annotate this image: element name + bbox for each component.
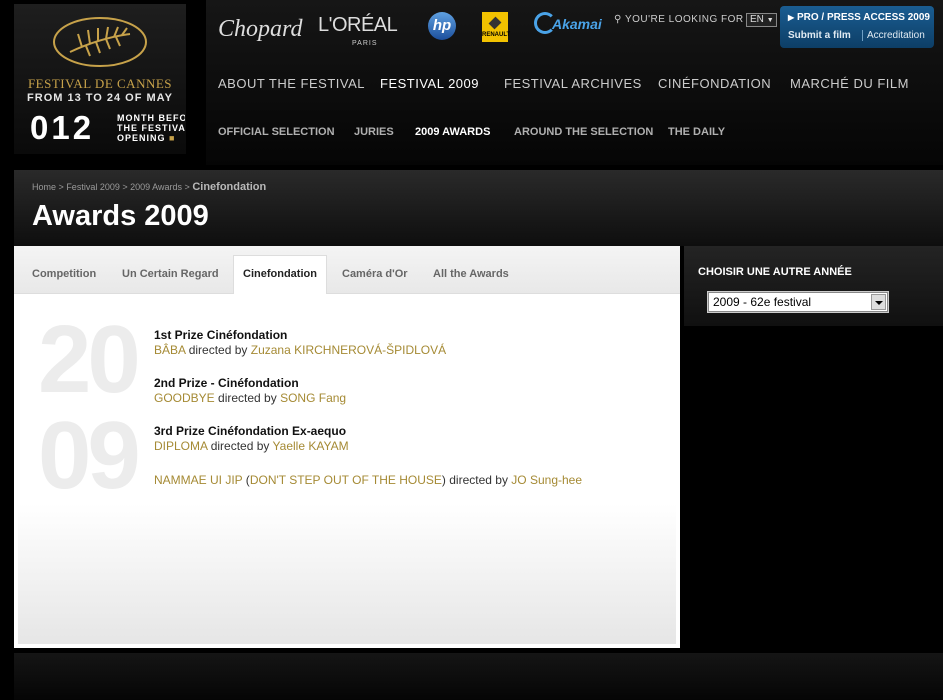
year-select-value: 2009 - 62e festival [713, 295, 812, 309]
award-title: 3rd Prize Cinéfondation Ex-aequo [154, 424, 347, 438]
director-link[interactable]: Yaelle KAYAM [273, 439, 349, 453]
breadcrumb: Home > Festival 2009 > 2009 Awards > Cin… [32, 181, 266, 193]
director-link[interactable]: JO Sung-hee [511, 473, 582, 487]
director-link[interactable]: SONG Fang [280, 391, 346, 405]
breadcrumb-separator: > [184, 182, 190, 192]
awards-content: Competition Un Certain Regard Cinefondat… [14, 246, 680, 648]
award-title: 2nd Prize - Cinéfondation [154, 376, 299, 390]
tab-cinefondation[interactable]: Cinefondation [233, 255, 327, 295]
nav-item-cinefondation[interactable]: CINÉFONDATION [658, 76, 771, 91]
sponsor-renault-logo[interactable]: RENAULT [482, 12, 510, 42]
page-title: Awards 2009 [32, 200, 209, 232]
tab-all-awards[interactable]: All the Awards [433, 268, 509, 280]
award-entry: 3rd Prize Cinéfondation Ex-aequo DIPLOMA… [154, 424, 349, 453]
subnav-item-awards[interactable]: 2009 AWARDS [415, 126, 490, 138]
breadcrumb-separator: > [122, 182, 128, 192]
sponsor-hp-logo[interactable]: hp [428, 12, 456, 40]
breadcrumb-separator: > [58, 182, 64, 192]
award-line: BÂBA directed by Zuzana KIRCHNEROVÁ-ŠPID… [154, 343, 446, 357]
festival-dates: FROM 13 TO 24 OF MAY [27, 92, 173, 104]
film-alt-title-link[interactable]: DON'T STEP OUT OF THE HOUSE [250, 473, 442, 487]
sponsor-loreal-logo[interactable]: L'ORÉAL [318, 14, 398, 37]
sponsor-loreal-sub: PARIS [352, 40, 378, 47]
year-watermark-top: 20 [38, 306, 141, 413]
award-line: NAMMAE UI JIP (DON'T STEP OUT OF THE HOU… [154, 473, 582, 487]
countdown-line: THE FESTIVAL [117, 123, 185, 133]
directed-by-text: directed by [188, 343, 248, 357]
sponsor-akamai-logo[interactable]: Akamai [534, 12, 602, 34]
language-select[interactable]: EN ▼ [746, 13, 777, 27]
year-chooser-sidebar: CHOISIR UNE AUTRE ANNÉE 2009 - 62e festi… [684, 246, 943, 326]
countdown-number: 012 [30, 109, 95, 146]
director-link[interactable]: Zuzana KIRCHNEROVÁ-ŠPIDLOVÁ [251, 343, 446, 357]
breadcrumb-home[interactable]: Home [32, 182, 56, 192]
pro-press-access-label: PRO / PRESS ACCESS 2009 [796, 12, 930, 23]
accreditation-link[interactable]: Accreditation [862, 30, 925, 41]
film-link[interactable]: BÂBA [154, 343, 185, 357]
award-entry: NAMMAE UI JIP (DON'T STEP OUT OF THE HOU… [154, 472, 582, 487]
directed-by-text: directed by [210, 439, 270, 453]
tab-competition[interactable]: Competition [32, 268, 96, 280]
search-hint-label: YOU'RE LOOKING FOR [624, 14, 744, 25]
festival-logo[interactable]: FESTIVAL DE CANNES FROM 13 TO 24 OF MAY … [14, 4, 186, 154]
film-link[interactable]: NAMMAE UI JIP [154, 473, 242, 487]
award-entry: 2nd Prize - Cinéfondation GOODBYE direct… [154, 376, 346, 405]
sponsor-logos: Chopard L'ORÉAL PARIS hp RENAULT Akamai [206, 8, 606, 48]
breadcrumb-2009-awards[interactable]: 2009 Awards [130, 182, 182, 192]
arrow-right-icon: ▶ [788, 13, 795, 22]
sub-nav: OFFICIAL SELECTION JURIES 2009 AWARDS AR… [218, 126, 938, 142]
directed-by-text: directed by [445, 473, 512, 487]
page-title-band: Home > Festival 2009 > 2009 Awards > Cin… [14, 170, 943, 246]
nav-item-archives[interactable]: FESTIVAL ARCHIVES [504, 76, 642, 91]
sponsor-chopard-logo[interactable]: Chopard [218, 16, 302, 43]
awards-panel: 20 09 1st Prize Cinéfondation BÂBA direc… [18, 294, 676, 644]
site-header: Chopard L'ORÉAL PARIS hp RENAULT Akamai … [206, 0, 943, 165]
festival-name: FESTIVAL DE CANNES [27, 76, 173, 91]
countdown-line: OPENING ■ [117, 133, 176, 143]
subnav-item-official-selection[interactable]: OFFICIAL SELECTION [218, 126, 335, 138]
nav-item-about[interactable]: ABOUT THE FESTIVAL [218, 76, 365, 91]
countdown-line: MONTH BEFORE [117, 113, 185, 123]
palme-dor-icon [53, 17, 147, 67]
film-link[interactable]: GOODBYE [154, 391, 215, 405]
paren-open: ( [242, 473, 250, 487]
film-link[interactable]: DIPLOMA [154, 439, 207, 453]
year-select[interactable]: 2009 - 62e festival [707, 291, 889, 313]
breadcrumb-festival-2009[interactable]: Festival 2009 [66, 182, 120, 192]
award-title: 1st Prize Cinéfondation [154, 328, 288, 342]
subnav-item-around[interactable]: AROUND THE SELECTION [514, 126, 653, 138]
subnav-item-juries[interactable]: JURIES [354, 126, 394, 138]
breadcrumb-current: Cinefondation [192, 181, 267, 193]
chevron-down-icon[interactable] [871, 294, 886, 310]
main-nav: ABOUT THE FESTIVAL FESTIVAL 2009 FESTIVA… [218, 76, 938, 96]
search-icon: ⚲ [614, 14, 622, 25]
pro-press-access-link[interactable]: ▶ PRO / PRESS ACCESS 2009 [788, 12, 930, 23]
award-entry: 1st Prize Cinéfondation BÂBA directed by… [154, 328, 446, 357]
nav-item-festival-2009[interactable]: FESTIVAL 2009 [380, 76, 479, 91]
tab-un-certain-regard[interactable]: Un Certain Regard [122, 268, 219, 280]
countdown-caption: MONTH BEFORE THE FESTIVAL OPENING ■ [117, 113, 185, 143]
year-chooser-label: CHOISIR UNE AUTRE ANNÉE [698, 266, 852, 278]
subnav-item-daily[interactable]: THE DAILY [668, 126, 725, 138]
submit-film-link[interactable]: Submit a film [788, 30, 851, 41]
directed-by-text: directed by [218, 391, 277, 405]
year-watermark-bottom: 09 [38, 402, 141, 509]
award-line: GOODBYE directed by SONG Fang [154, 391, 346, 405]
footer-band [14, 653, 943, 700]
nav-item-marche[interactable]: MARCHÉ DU FILM [790, 76, 909, 91]
year-watermark: 20 09 [38, 306, 141, 509]
award-tabs: Competition Un Certain Regard Cinefondat… [14, 246, 680, 295]
chevron-down-icon: ▼ [766, 17, 774, 24]
award-line: DIPLOMA directed by Yaelle KAYAM [154, 439, 349, 453]
search-link[interactable]: ⚲ YOU'RE LOOKING FOR [614, 14, 744, 25]
tab-camera-dor[interactable]: Caméra d'Or [342, 268, 408, 280]
language-value: EN [750, 14, 764, 25]
pro-press-access-box: ▶ PRO / PRESS ACCESS 2009 Submit a film … [780, 6, 934, 48]
